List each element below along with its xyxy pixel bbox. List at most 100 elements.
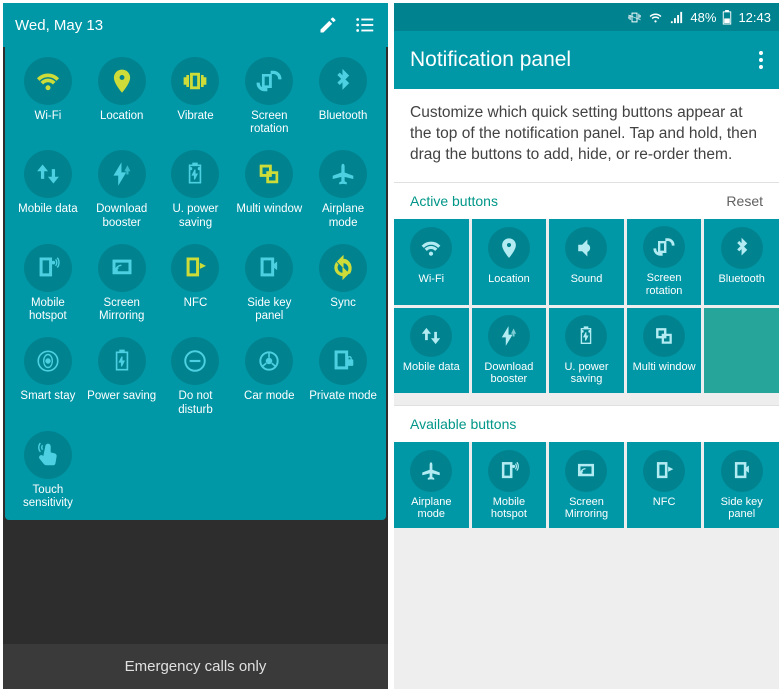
toggle-do-not-disturb[interactable]: Do not disturb xyxy=(159,337,233,416)
bluetooth-icon xyxy=(319,57,367,105)
toggle-screen-rotation[interactable]: Screen rotation xyxy=(232,57,306,136)
tile-mobile-hotspot[interactable]: Mobile hotspot xyxy=(472,442,547,528)
toggle-u-power-saving[interactable]: U. power saving xyxy=(159,150,233,229)
emergency-calls-label: Emergency calls only xyxy=(3,644,388,689)
toggle-label: Private mode xyxy=(307,390,379,416)
date-label: Wed, May 13 xyxy=(15,17,103,34)
tile-label: Mobile hotspot xyxy=(474,496,545,521)
nfc-icon xyxy=(171,244,219,292)
toggle-label: Screen rotation xyxy=(232,110,306,136)
edit-icon[interactable] xyxy=(318,15,338,35)
mobile-data-icon xyxy=(24,150,72,198)
toggle-label: Vibrate xyxy=(175,110,215,136)
toggle-label: Download booster xyxy=(85,203,159,229)
toggle-wifi[interactable]: Wi-Fi xyxy=(11,57,85,136)
tile-multi-window[interactable]: Multi window xyxy=(627,308,702,394)
private-mode-icon xyxy=(319,337,367,385)
power-saving-icon xyxy=(98,337,146,385)
tile-wifi[interactable]: Wi-Fi xyxy=(394,219,469,305)
toggle-label: Screen Mirroring xyxy=(85,297,159,323)
list-icon[interactable] xyxy=(354,14,376,36)
toggle-label: Mobile data xyxy=(16,203,79,229)
tile-side-key-panel[interactable]: Side key panel xyxy=(704,442,779,528)
toggle-label: Bluetooth xyxy=(317,110,370,136)
toggle-car-mode[interactable]: Car mode xyxy=(232,337,306,416)
smart-stay-icon xyxy=(24,337,72,385)
tile-label: Airplane mode xyxy=(396,496,467,521)
car-mode-icon xyxy=(245,337,293,385)
tile-nfc[interactable]: NFC xyxy=(627,442,702,528)
tile-download-booster[interactable]: Download booster xyxy=(472,308,547,394)
toggle-bluetooth[interactable]: Bluetooth xyxy=(306,57,380,136)
active-buttons-header: Active buttons Reset xyxy=(394,182,779,219)
tile-u-power-saving[interactable]: U. power saving xyxy=(549,308,624,394)
toggle-label: Smart stay xyxy=(18,390,77,416)
tile-label: Bluetooth xyxy=(718,273,764,297)
toggle-download-booster[interactable]: Download booster xyxy=(85,150,159,229)
tile-airplane-mode[interactable]: Airplane mode xyxy=(394,442,469,528)
page-title: Notification panel xyxy=(410,48,571,72)
tile-mobile-data[interactable]: Mobile data xyxy=(394,308,469,394)
screen-mirroring-icon xyxy=(98,244,146,292)
toggle-power-saving[interactable]: Power saving xyxy=(85,337,159,416)
tile-label: Screen Mirroring xyxy=(551,496,622,521)
toggle-screen-mirroring[interactable]: Screen Mirroring xyxy=(85,244,159,323)
toggle-mobile-data[interactable]: Mobile data xyxy=(11,150,85,229)
tile-label: Mobile data xyxy=(403,361,460,385)
multi-window-icon xyxy=(643,315,685,357)
toggle-label: NFC xyxy=(182,297,210,323)
description-text: Customize which quick setting buttons ap… xyxy=(394,89,779,182)
airplane-mode-icon xyxy=(319,150,367,198)
status-bar-left: Wed, May 13 xyxy=(3,3,388,47)
tile-bluetooth[interactable]: Bluetooth xyxy=(704,219,779,305)
toggle-mobile-hotspot[interactable]: Mobile hotspot xyxy=(11,244,85,323)
empty-slot xyxy=(704,308,779,394)
active-buttons-grid: Wi-FiLocation Sound Screen rotation Bluetoo… xyxy=(394,219,779,394)
toggle-side-key-panel[interactable]: Side key panel xyxy=(232,244,306,323)
available-buttons-label: Available buttons xyxy=(410,416,516,432)
tile-screen-mirroring[interactable]: Screen Mirroring xyxy=(549,442,624,528)
tile-location[interactable]: Location xyxy=(472,219,547,305)
mobile-hotspot-icon xyxy=(24,244,72,292)
toggle-touch-sensitivity[interactable]: Touch sensitivity xyxy=(11,431,85,510)
screen-mirroring-icon xyxy=(565,450,607,492)
notification-panel-settings: 48% 12:43 Notification panel Customize w… xyxy=(394,3,779,689)
mobile-hotspot-icon xyxy=(488,450,530,492)
quick-settings-grid: Wi-Fi Location Vibrate Screen rotation Bluet… xyxy=(5,47,386,520)
download-booster-icon xyxy=(488,315,530,357)
available-buttons-header: Available buttons xyxy=(394,405,779,442)
toggle-airplane-mode[interactable]: Airplane mode xyxy=(306,150,380,229)
active-buttons-label: Active buttons xyxy=(410,193,498,209)
status-bar-right: 48% 12:43 xyxy=(394,3,779,31)
u-power-saving-icon xyxy=(171,150,219,198)
overflow-menu-icon[interactable] xyxy=(759,51,763,69)
location-icon xyxy=(488,227,530,269)
do-not-disturb-icon xyxy=(171,337,219,385)
tile-label: Side key panel xyxy=(706,496,777,521)
tile-label: U. power saving xyxy=(551,361,622,386)
vibrate-icon xyxy=(171,57,219,105)
side-key-panel-icon xyxy=(721,450,763,492)
toggle-smart-stay[interactable]: Smart stay xyxy=(11,337,85,416)
toggle-multi-window[interactable]: Multi window xyxy=(232,150,306,229)
toggle-location[interactable]: Location xyxy=(85,57,159,136)
tile-screen-rotation[interactable]: Screen rotation xyxy=(627,219,702,305)
location-icon xyxy=(98,57,146,105)
clock-label: 12:43 xyxy=(738,10,771,25)
battery-percent: 48% xyxy=(690,10,716,25)
toggle-nfc[interactable]: NFC xyxy=(159,244,233,323)
toggle-label: Touch sensitivity xyxy=(11,484,85,510)
toggle-label: Sync xyxy=(328,297,358,323)
toggle-label: Location xyxy=(98,110,145,136)
toggle-private-mode[interactable]: Private mode xyxy=(306,337,380,416)
vibrate-status-icon xyxy=(627,10,642,25)
available-buttons-grid: Airplane mode Mobile hotspotScreen Mirror… xyxy=(394,442,779,528)
tile-label: Sound xyxy=(571,273,603,297)
tile-sound[interactable]: Sound xyxy=(549,219,624,305)
mobile-data-icon xyxy=(410,315,452,357)
wifi-status-icon xyxy=(648,10,663,25)
signal-status-icon xyxy=(669,10,684,25)
toggle-sync[interactable]: Sync xyxy=(306,244,380,323)
reset-button[interactable]: Reset xyxy=(726,193,763,209)
toggle-vibrate[interactable]: Vibrate xyxy=(159,57,233,136)
